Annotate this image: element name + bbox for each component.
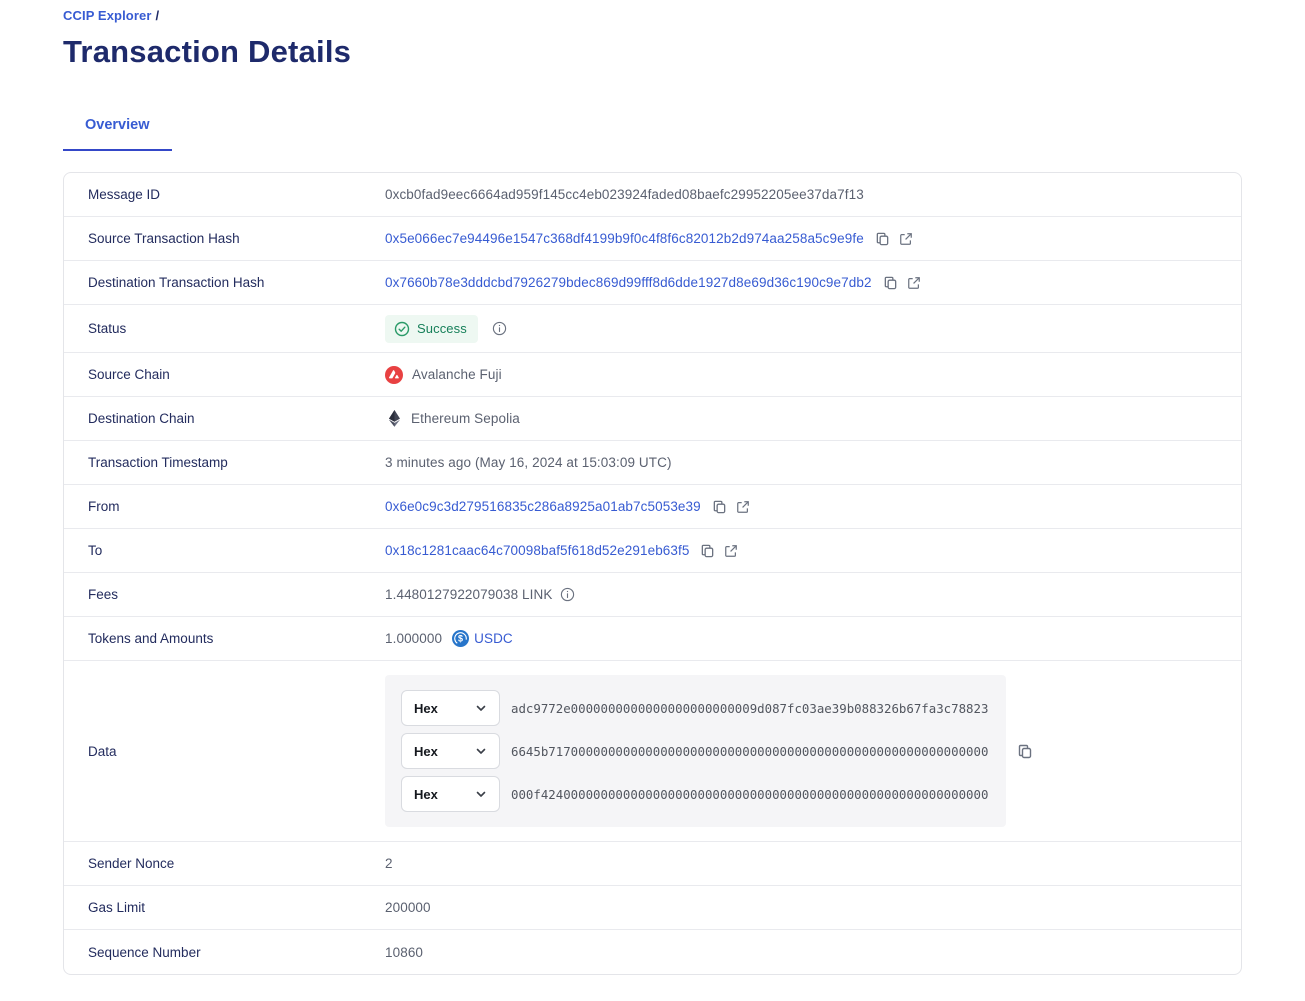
table-row-fees: Fees 1.4480127922079038 LINK [64,573,1241,617]
message-id-value: 0xcb0fad9eec6664ad959f145cc4eb023924fade… [385,187,864,202]
table-row-sequence-number: Sequence Number 10860 [64,930,1241,974]
row-label: Source Transaction Hash [88,231,385,246]
row-label: To [88,543,385,558]
sequence-number-value: 10860 [385,945,423,960]
breadcrumb-separator: / [155,8,159,23]
row-label: Tokens and Amounts [88,631,385,646]
source-chain-name: Avalanche Fuji [412,367,502,382]
from-address-link[interactable]: 0x6e0c9c3d279516835c286a8925a01ab7c5053e… [385,499,701,514]
info-icon[interactable] [560,587,575,602]
data-format-value: Hex [414,787,438,802]
status-badge: Success [385,315,478,343]
page-title: Transaction Details [63,34,1242,70]
token-amount: 1.000000 [385,631,442,646]
source-tx-hash-link[interactable]: 0x5e066ec7e94496e1547c368df4199b9f0c4f8f… [385,231,864,246]
data-hex-value: adc9772e0000000000000000000000009d087fc0… [511,701,988,716]
data-line: Hex 6645b7170000000000000000000000000000… [401,733,990,769]
table-row-to: To 0x18c1281caac64c70098baf5f618d52e291e… [64,529,1241,573]
data-line: Hex 000f42400000000000000000000000000000… [401,776,990,812]
copy-icon[interactable] [712,499,727,514]
tab-overview[interactable]: Overview [63,107,172,151]
row-label: Data [88,744,385,759]
table-row-source-tx-hash: Source Transaction Hash 0x5e066ec7e94496… [64,217,1241,261]
sender-nonce-value: 2 [385,856,393,871]
table-row-gas-limit: Gas Limit 200000 [64,886,1241,930]
transaction-details-table: Message ID 0xcb0fad9eec6664ad959f145cc4e… [63,172,1242,975]
data-format-select[interactable]: Hex [401,690,500,726]
external-link-icon[interactable] [907,276,921,290]
table-row-status: Status Success [64,305,1241,353]
row-label: Message ID [88,187,385,202]
table-row-sender-nonce: Sender Nonce 2 [64,842,1241,886]
data-format-value: Hex [414,744,438,759]
chevron-down-icon [475,788,487,800]
table-row-dest-chain: Destination Chain Ethereum Sepolia [64,397,1241,441]
row-label: Gas Limit [88,900,385,915]
table-row-timestamp: Transaction Timestamp 3 minutes ago (May… [64,441,1241,485]
external-link-icon[interactable] [736,500,750,514]
fees-value: 1.4480127922079038 LINK [385,587,552,602]
data-format-select[interactable]: Hex [401,776,500,812]
row-label: Sequence Number [88,945,385,960]
external-link-icon[interactable] [899,232,913,246]
row-label: Transaction Timestamp [88,455,385,470]
external-link-icon[interactable] [724,544,738,558]
data-format-select[interactable]: Hex [401,733,500,769]
transaction-details-page: CCIP Explorer / Transaction Details Overv… [0,0,1305,975]
gas-limit-value: 200000 [385,900,431,915]
copy-icon[interactable] [700,543,715,558]
data-format-value: Hex [414,701,438,716]
table-row-from: From 0x6e0c9c3d279516835c286a8925a01ab7c… [64,485,1241,529]
chevron-down-icon [475,702,487,714]
status-badge-label: Success [417,321,467,336]
data-hex-value: 6645b71700000000000000000000000000000000… [511,744,988,759]
data-hex-box: Hex adc9772e0000000000000000000000009d08… [385,675,1006,827]
dest-chain-name: Ethereum Sepolia [411,411,520,426]
ethereum-icon [389,410,400,427]
dest-tx-hash-link[interactable]: 0x7660b78e3dddcbd7926279bdec869d99fff8d6… [385,275,872,290]
check-circle-icon [394,321,410,337]
row-label: Status [88,321,385,336]
row-label: Fees [88,587,385,602]
copy-icon[interactable] [883,275,898,290]
info-icon[interactable] [492,321,507,336]
avalanche-icon [385,366,403,384]
table-row-data: Data Hex adc9772e00000000000000000000000… [64,661,1241,842]
row-label: From [88,499,385,514]
breadcrumb-ccip-explorer-link[interactable]: CCIP Explorer [63,8,151,23]
usdc-token-link[interactable]: USDC [474,631,513,646]
row-label: Source Chain [88,367,385,382]
table-row-tokens: Tokens and Amounts 1.000000 $ USDC [64,617,1241,661]
usdc-icon: $ [452,630,469,647]
row-label: Destination Transaction Hash [88,275,385,290]
row-label: Destination Chain [88,411,385,426]
copy-icon[interactable] [875,231,890,246]
copy-icon[interactable] [1017,743,1033,759]
breadcrumb: CCIP Explorer / [63,8,1242,23]
table-row-dest-tx-hash: Destination Transaction Hash 0x7660b78e3… [64,261,1241,305]
to-address-link[interactable]: 0x18c1281caac64c70098baf5f618d52e291eb63… [385,543,689,558]
row-label: Sender Nonce [88,856,385,871]
tab-bar: Overview [63,107,1242,151]
svg-text:$: $ [458,634,463,644]
table-row-source-chain: Source Chain Avalanche Fuji [64,353,1241,397]
table-row-message-id: Message ID 0xcb0fad9eec6664ad959f145cc4e… [64,173,1241,217]
data-hex-value: 000f424000000000000000000000000000000000… [511,787,988,802]
chevron-down-icon [475,745,487,757]
data-line: Hex adc9772e0000000000000000000000009d08… [401,690,990,726]
timestamp-value: 3 minutes ago (May 16, 2024 at 15:03:09 … [385,455,672,470]
